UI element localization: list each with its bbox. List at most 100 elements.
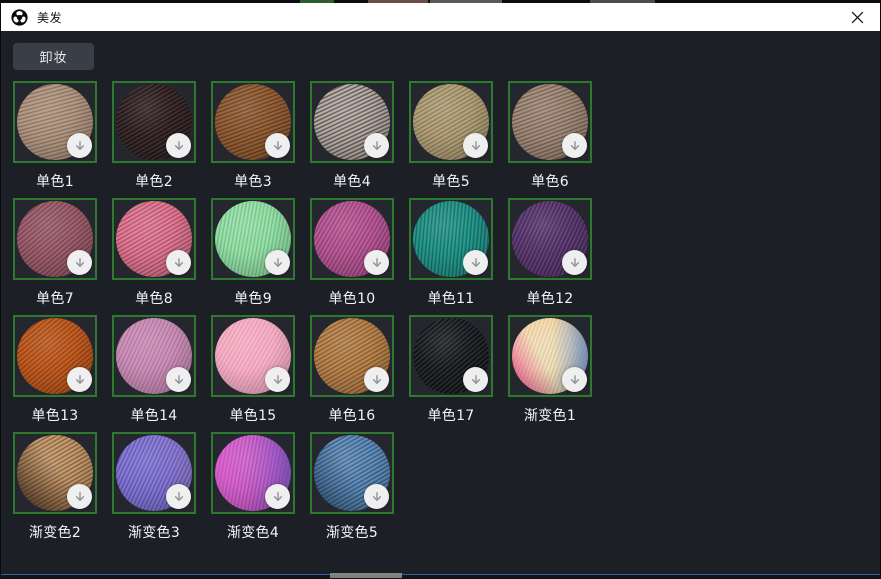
- down-arrow-icon: [271, 490, 285, 504]
- down-arrow-icon: [568, 139, 582, 153]
- download-icon[interactable]: [166, 133, 191, 158]
- hair-style-label: 渐变色3: [112, 522, 196, 542]
- hair-style-thumbnail[interactable]: [13, 432, 97, 514]
- download-icon[interactable]: [265, 133, 290, 158]
- hair-style-item: 渐变色1: [508, 315, 592, 432]
- download-icon[interactable]: [166, 484, 191, 509]
- hair-style-thumbnail[interactable]: [13, 198, 97, 280]
- down-arrow-icon: [73, 256, 87, 270]
- hair-style-label: 单色8: [112, 288, 196, 308]
- hair-style-thumbnail[interactable]: [508, 315, 592, 397]
- hair-style-item: 单色5: [409, 81, 493, 198]
- download-icon[interactable]: [67, 484, 92, 509]
- hair-style-item: 单色15: [211, 315, 295, 432]
- hair-style-thumbnail[interactable]: [112, 81, 196, 163]
- down-arrow-icon: [370, 256, 384, 270]
- hair-style-thumbnail[interactable]: [211, 81, 295, 163]
- download-icon[interactable]: [67, 250, 92, 275]
- hair-style-label: 单色14: [112, 405, 196, 425]
- download-icon[interactable]: [463, 367, 488, 392]
- down-arrow-icon: [172, 373, 186, 387]
- download-icon[interactable]: [364, 367, 389, 392]
- download-icon[interactable]: [364, 133, 389, 158]
- download-icon[interactable]: [166, 250, 191, 275]
- download-icon[interactable]: [463, 250, 488, 275]
- hair-style-item: 单色3: [211, 81, 295, 198]
- obs-logo-icon: [11, 9, 28, 26]
- hair-style-label: 单色11: [409, 288, 493, 308]
- hair-style-thumbnail[interactable]: [409, 198, 493, 280]
- download-icon[interactable]: [364, 250, 389, 275]
- download-icon[interactable]: [364, 484, 389, 509]
- hair-style-label: 单色12: [508, 288, 592, 308]
- hair-style-thumbnail[interactable]: [112, 315, 196, 397]
- hair-style-label: 单色6: [508, 171, 592, 191]
- hair-style-thumbnail[interactable]: [112, 198, 196, 280]
- down-arrow-icon: [469, 373, 483, 387]
- hair-style-thumbnail[interactable]: [310, 432, 394, 514]
- hair-style-label: 单色15: [211, 405, 295, 425]
- hair-style-label: 渐变色4: [211, 522, 295, 542]
- hair-style-thumbnail[interactable]: [211, 198, 295, 280]
- down-arrow-icon: [172, 256, 186, 270]
- hair-style-thumbnail[interactable]: [310, 198, 394, 280]
- down-arrow-icon: [568, 256, 582, 270]
- hair-style-item: 渐变色5: [310, 432, 394, 549]
- dialog-body: 卸妆 单色1单色2单色3单色4单色5单色6单色7单色8单色9单色10单色11单色…: [1, 31, 880, 574]
- download-icon[interactable]: [67, 367, 92, 392]
- down-arrow-icon: [172, 139, 186, 153]
- hair-style-item: 单色2: [112, 81, 196, 198]
- hair-style-item: 渐变色3: [112, 432, 196, 549]
- hair-style-item: 单色13: [13, 315, 97, 432]
- hair-style-label: 单色13: [13, 405, 97, 425]
- down-arrow-icon: [172, 490, 186, 504]
- download-icon[interactable]: [265, 250, 290, 275]
- hair-style-thumbnail[interactable]: [13, 81, 97, 163]
- hair-style-thumbnail[interactable]: [112, 432, 196, 514]
- hair-style-thumbnail[interactable]: [508, 198, 592, 280]
- download-icon[interactable]: [562, 367, 587, 392]
- dialog-title: 美发: [37, 9, 62, 26]
- hair-style-label: 单色10: [310, 288, 394, 308]
- hair-style-label: 单色4: [310, 171, 394, 191]
- hair-style-item: 单色10: [310, 198, 394, 315]
- hair-style-thumbnail[interactable]: [310, 315, 394, 397]
- hair-style-item: 单色11: [409, 198, 493, 315]
- download-icon[interactable]: [265, 367, 290, 392]
- download-icon[interactable]: [67, 133, 92, 158]
- hair-style-item: 单色16: [310, 315, 394, 432]
- hair-style-thumbnail[interactable]: [211, 315, 295, 397]
- hair-style-item: 渐变色2: [13, 432, 97, 549]
- hair-style-label: 渐变色2: [13, 522, 97, 542]
- screen: 美发 卸妆 单色1单色2单色3单色4单色5单色6单色7单色8单色9单色10单色1…: [0, 0, 881, 579]
- hair-style-label: 单色16: [310, 405, 394, 425]
- down-arrow-icon: [370, 373, 384, 387]
- hair-style-item: 单色12: [508, 198, 592, 315]
- download-icon[interactable]: [562, 250, 587, 275]
- dialog-titlebar: 美发: [1, 3, 880, 31]
- hair-style-thumbnail[interactable]: [211, 432, 295, 514]
- download-icon[interactable]: [166, 367, 191, 392]
- hair-style-item: 单色8: [112, 198, 196, 315]
- hair-style-thumbnail[interactable]: [409, 315, 493, 397]
- hair-style-item: 单色1: [13, 81, 97, 198]
- remove-makeup-button[interactable]: 卸妆: [13, 43, 94, 70]
- down-arrow-icon: [469, 139, 483, 153]
- hair-style-thumbnail[interactable]: [508, 81, 592, 163]
- download-icon[interactable]: [463, 133, 488, 158]
- down-arrow-icon: [73, 490, 87, 504]
- hair-style-thumbnail[interactable]: [13, 315, 97, 397]
- hair-style-thumbnail[interactable]: [310, 81, 394, 163]
- download-icon[interactable]: [265, 484, 290, 509]
- down-arrow-icon: [568, 373, 582, 387]
- down-arrow-icon: [469, 256, 483, 270]
- hair-style-item: 单色4: [310, 81, 394, 198]
- hair-style-label: 单色7: [13, 288, 97, 308]
- hair-color-grid: 单色1单色2单色3 单色4 单色5 单色6 单色7 单色8 单色9 单色10 单色11 单色12 单…: [13, 81, 613, 549]
- download-icon[interactable]: [562, 133, 587, 158]
- close-button[interactable]: [846, 6, 868, 28]
- hair-style-label: 单色17: [409, 405, 493, 425]
- hair-style-thumbnail[interactable]: [409, 81, 493, 163]
- hair-style-item: 单色9: [211, 198, 295, 315]
- hair-style-item: 单色14: [112, 315, 196, 432]
